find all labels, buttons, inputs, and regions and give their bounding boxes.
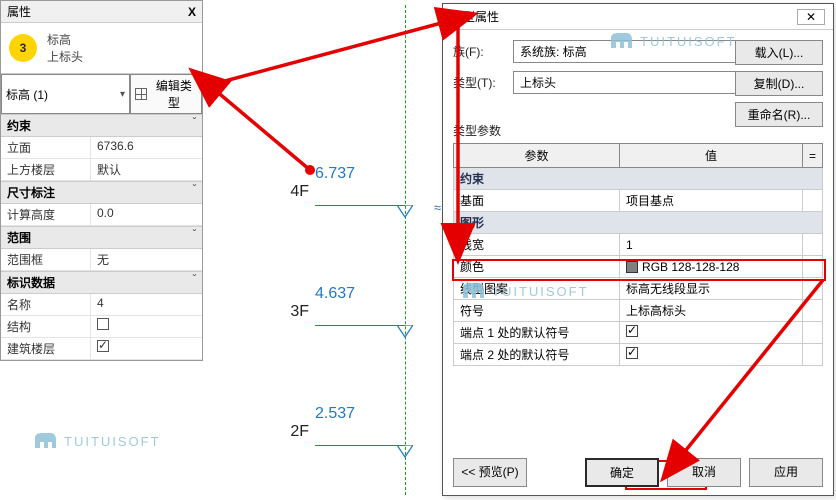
type-selector[interactable]: 标高 (1) ▾ xyxy=(1,74,130,114)
section-line xyxy=(405,5,406,495)
cancel-button[interactable]: 取消 xyxy=(667,458,741,487)
table-row: 基面项目基点 xyxy=(454,190,823,212)
table-row: 端点 2 处的默认符号 xyxy=(454,344,823,366)
watermark: TUITUISOFT xyxy=(32,430,161,452)
dialog-footer: << 预览(P) 确定 取消 应用 xyxy=(443,458,833,487)
type-line2: 上标头 xyxy=(47,48,83,65)
type-line1: 标高 xyxy=(47,31,83,48)
type-properties-dialog: 类型属性 ✕ 族(F): 系统族: 标高▾ 类型(T): 上标头▾ 载入(L).… xyxy=(442,3,834,496)
drawing-canvas[interactable]: 4F 6.737 3F 4.637 2F 2.537 ≈ xyxy=(210,0,445,500)
checkbox-struct[interactable] xyxy=(97,318,109,330)
prop-row-calc[interactable]: 计算高度0.0 xyxy=(1,204,202,226)
table-row: 颜色RGB 128-128-128 xyxy=(454,256,823,278)
dialog-title-bar: 类型属性 ✕ xyxy=(443,4,833,30)
properties-type-labels: 标高 上标头 xyxy=(47,31,83,65)
properties-title: 属性 xyxy=(7,3,31,20)
properties-panel: 属性 X 3 标高 上标头 标高 (1) ▾ 编辑类型 约束ˇ 立面6736.6… xyxy=(0,0,203,361)
rename-button[interactable]: 重命名(R)... xyxy=(735,102,823,127)
checkbox-end2[interactable] xyxy=(626,347,638,359)
col-eq[interactable]: = xyxy=(802,144,822,168)
group-graphics[interactable]: 图形 xyxy=(454,212,823,234)
table-row: 端点 1 处的默认符号 xyxy=(454,322,823,344)
group-constraint[interactable]: 约束ˇ xyxy=(1,114,202,137)
grid-icon xyxy=(135,88,147,100)
col-param: 参数 xyxy=(454,144,620,168)
close-icon[interactable]: X xyxy=(188,5,196,19)
chevron-down-icon: ▾ xyxy=(120,89,125,100)
edit-type-label: 编辑类型 xyxy=(151,77,197,111)
level-2f[interactable]: 2F 2.537 xyxy=(290,405,405,446)
properties-header: 3 标高 上标头 xyxy=(1,23,202,73)
table-row: 符号上标高标头 xyxy=(454,300,823,322)
group-identity[interactable]: 标识数据ˇ xyxy=(1,271,202,294)
type-params-table: 参数 值 = 约束 基面项目基点 图形 线宽1 颜色RGB 128-128-12… xyxy=(453,143,823,366)
family-label: 族(F): xyxy=(453,43,513,60)
level-3f[interactable]: 3F 4.637 xyxy=(290,285,405,326)
type-label: 类型(T): xyxy=(453,74,513,91)
type-selector-text: 标高 (1) xyxy=(6,86,48,103)
prop-row-scope[interactable]: 范围框无 xyxy=(1,249,202,271)
load-button[interactable]: 载入(L)... xyxy=(735,40,823,65)
checkbox-end1[interactable] xyxy=(626,325,638,337)
elephant-icon xyxy=(32,430,58,452)
prop-row-above[interactable]: 上方楼层默认 xyxy=(1,159,202,181)
group-constraint[interactable]: 约束 xyxy=(454,168,823,190)
properties-title-bar: 属性 X xyxy=(1,1,202,23)
group-dimension[interactable]: 尺寸标注ˇ xyxy=(1,181,202,204)
group-scope[interactable]: 范围ˇ xyxy=(1,226,202,249)
col-value: 值 xyxy=(620,144,803,168)
prop-row-elevation[interactable]: 立面6736.6 xyxy=(1,137,202,159)
close-icon[interactable]: ✕ xyxy=(797,9,825,25)
edit-type-button[interactable]: 编辑类型 xyxy=(130,74,202,114)
prop-row-struct[interactable]: 结构 xyxy=(1,316,202,338)
table-row: 线型图案标高无线段显示 xyxy=(454,278,823,300)
table-row: 线宽1 xyxy=(454,234,823,256)
checkbox-floor[interactable]: ✓ xyxy=(97,340,109,352)
color-swatch-icon xyxy=(626,261,638,273)
prop-row-name[interactable]: 名称4 xyxy=(1,294,202,316)
copy-button[interactable]: 复制(D)... xyxy=(735,71,823,96)
level-4f[interactable]: 4F 6.737 xyxy=(290,165,405,206)
preview-button[interactable]: << 预览(P) xyxy=(453,458,527,487)
nav-wheel-icon[interactable]: ≈ xyxy=(434,200,441,215)
prop-row-floor[interactable]: 建筑楼层✓ xyxy=(1,338,202,360)
dialog-title: 类型属性 xyxy=(451,8,499,25)
apply-button[interactable]: 应用 xyxy=(749,458,823,487)
ok-button[interactable]: 确定 xyxy=(585,458,659,487)
step-badge: 3 xyxy=(9,34,37,62)
